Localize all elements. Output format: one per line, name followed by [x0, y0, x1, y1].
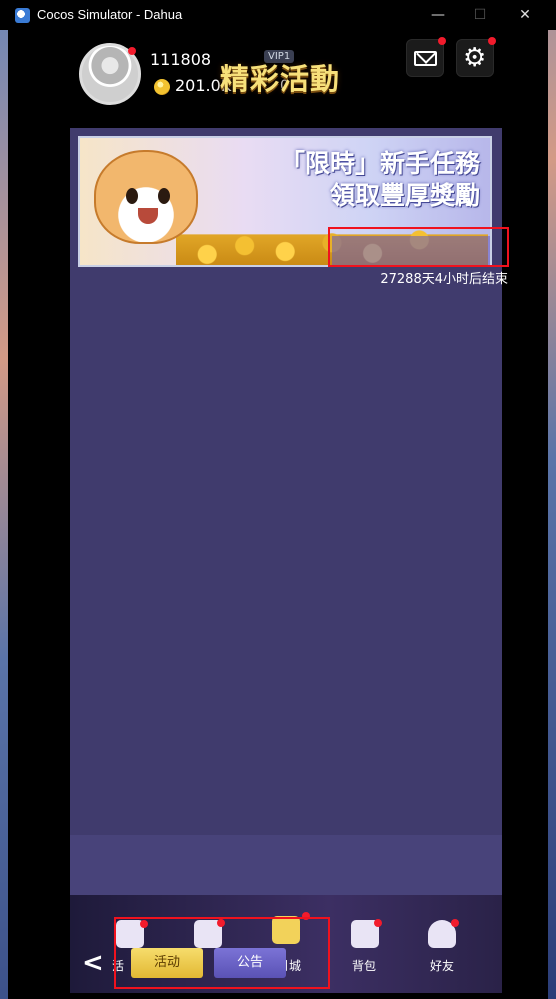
settings-notification-dot	[488, 37, 496, 45]
mail-button[interactable]	[406, 39, 444, 77]
hamster-mouth	[138, 208, 158, 224]
banner-headline: 「限時」新手任務	[279, 149, 480, 178]
event-countdown: 27288天4小时后结束	[380, 272, 508, 287]
coin-icon	[154, 79, 170, 95]
panel-footer	[70, 835, 502, 895]
banner-subline: 領取豐厚獎勵	[329, 181, 480, 210]
hamster-mascot-image	[94, 150, 198, 244]
friends-notification-dot	[451, 919, 459, 927]
game-viewport: 111808 201.0K VIP1 0 精彩活動 ⚙ 「限時」新手任務 領取豐…	[28, 30, 544, 999]
backpack-notification-dot	[374, 919, 382, 927]
window-title: Cocos Simulator - Dahua	[37, 7, 183, 22]
gear-icon: ⚙	[463, 43, 487, 73]
hamster-eye	[126, 188, 138, 204]
mail-icon	[414, 51, 437, 66]
user-id: 111808	[150, 50, 212, 69]
highlight-box-timer	[328, 227, 509, 267]
minimize-button[interactable]: —	[428, 5, 448, 25]
cocos-app-icon	[15, 8, 30, 23]
settings-button[interactable]: ⚙	[456, 39, 494, 77]
highlight-box-tabs	[114, 917, 330, 989]
simulator-window: Cocos Simulator - Dahua — ☐ ✕ 111808 201…	[0, 0, 556, 999]
close-button[interactable]: ✕	[515, 5, 535, 25]
page-title: 精彩活動	[220, 62, 341, 96]
mail-notification-dot	[438, 37, 446, 45]
nav-label-friends: 好友	[429, 959, 454, 973]
back-button[interactable]: <	[82, 948, 104, 978]
nav-label-backpack: 背包	[351, 959, 376, 973]
avatar-notification-dot	[128, 47, 136, 55]
maximize-button[interactable]: ☐	[470, 5, 490, 25]
title-bar[interactable]: Cocos Simulator - Dahua — ☐ ✕	[0, 0, 556, 30]
hamster-eye	[158, 188, 170, 204]
